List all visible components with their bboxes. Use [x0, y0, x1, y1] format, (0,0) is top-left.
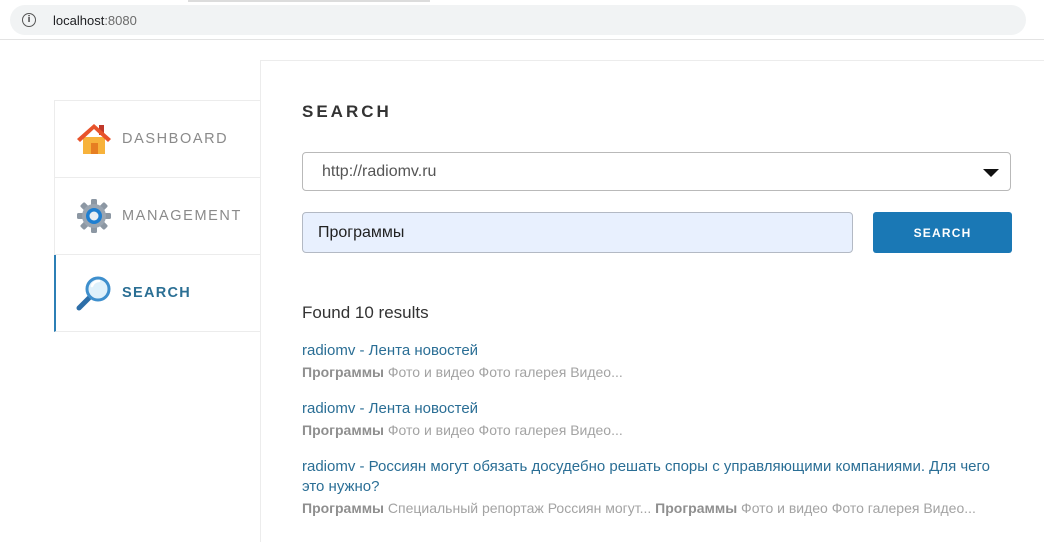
caret-down-icon: [983, 169, 999, 177]
page-title: SEARCH: [302, 102, 392, 121]
site-select-value: http://radiomv.ru: [322, 162, 437, 180]
sidebar-item-label: DASHBOARD: [122, 131, 229, 147]
snippet-text: Фото и видео Фото галерея Видео...: [384, 364, 623, 380]
result-snippet: Программы Фото и видео Фото галерея Виде…: [302, 420, 1014, 440]
url-host: localhost: [53, 12, 105, 28]
url-port: :8080: [104, 12, 137, 28]
result-snippet: Программы Специальный репортаж Россиян м…: [302, 498, 1014, 518]
result-title-link[interactable]: radiomv - Россиян могут обязать досудебн…: [302, 457, 1014, 497]
browser-tab-edge: [188, 0, 430, 2]
result-title-link[interactable]: radiomv - Лента новостей: [302, 399, 1014, 419]
sidebar-item-label: SEARCH: [122, 285, 192, 301]
snippet-highlight: Программы: [302, 364, 385, 380]
snippet-highlight: Программы: [655, 500, 738, 516]
result-item: radiomv - Россиян могут обязать досудебн…: [302, 457, 1014, 518]
magnifier-icon: [75, 274, 113, 312]
search-button[interactable]: SEARCH: [873, 212, 1012, 253]
result-snippet: Программы Фото и видео Фото галерея Виде…: [302, 362, 1014, 382]
snippet-highlight: Программы: [302, 422, 385, 438]
sidebar-item-dashboard[interactable]: DASHBOARD: [54, 101, 260, 178]
snippet-text: Специальный репортаж Россиян могут...: [384, 500, 656, 516]
site-select[interactable]: http://radiomv.ru: [302, 152, 1011, 191]
sidebar-item-management[interactable]: MANAGEMENT: [54, 178, 260, 255]
info-icon[interactable]: i: [22, 13, 36, 27]
result-title-link[interactable]: radiomv - Лента новостей: [302, 341, 1014, 361]
result-item: radiomv - Лента новостей Программы Фото …: [302, 341, 1014, 382]
gear-icon: [75, 197, 113, 235]
search-input[interactable]: [302, 212, 853, 253]
sidebar-item-label: MANAGEMENT: [122, 208, 242, 224]
sidebar: DASHBOARD MANAGEMENT SEARCH: [54, 100, 260, 332]
url-text: localhost:8080: [53, 13, 137, 28]
address-bar[interactable]: i localhost:8080: [10, 5, 1026, 35]
house-icon: [75, 120, 113, 158]
sidebar-item-search[interactable]: SEARCH: [54, 255, 260, 332]
snippet-text: Фото и видео Фото галерея Видео...: [384, 422, 623, 438]
browser-toolbar: i localhost:8080: [0, 0, 1044, 40]
results-list: radiomv - Лента новостей Программы Фото …: [302, 341, 1014, 535]
result-item: radiomv - Лента новостей Программы Фото …: [302, 399, 1014, 440]
results-count: Found 10 results: [302, 303, 429, 322]
snippet-highlight: Программы: [302, 500, 385, 516]
snippet-text: Фото и видео Фото галерея Видео...: [737, 500, 976, 516]
main-content: SEARCH http://radiomv.ru SEARCH Found 10…: [260, 60, 1044, 542]
